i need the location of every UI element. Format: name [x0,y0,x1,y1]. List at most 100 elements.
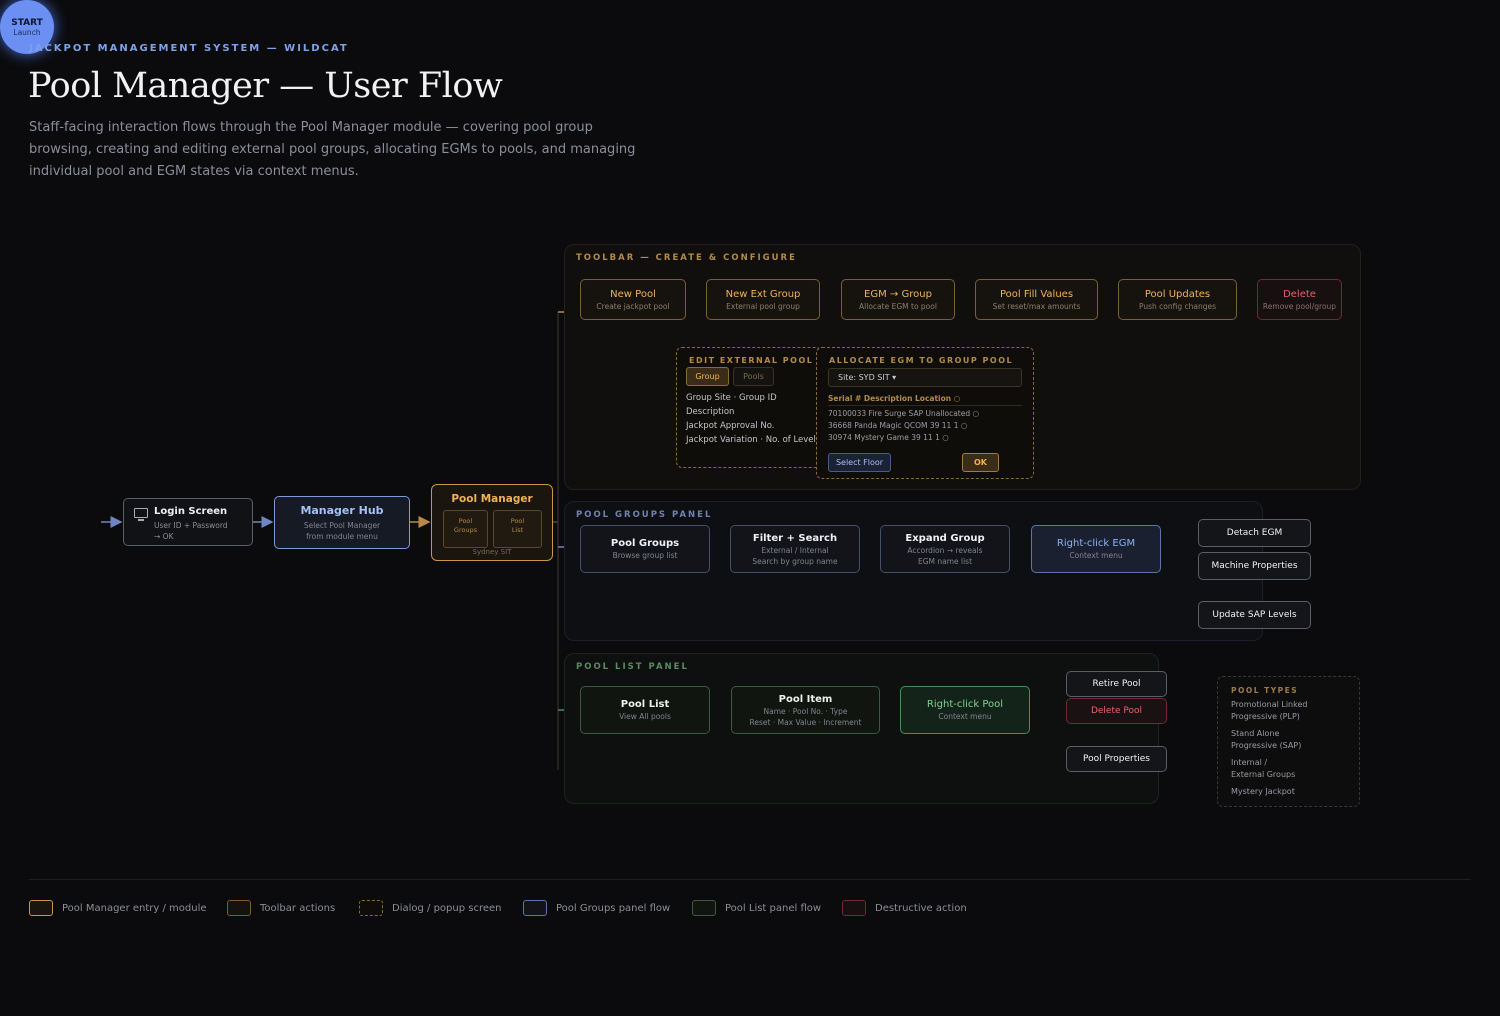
legend-label: Pool Groups panel flow [556,902,671,914]
right-click-egm-sub: Context menu [1069,551,1123,560]
toolbar-pool-fill-values[interactable]: Pool Fill Values Set reset/max amounts [975,279,1098,320]
legend-swatch [692,900,716,916]
pm-pool-groups-box[interactable]: Pool Groups [443,510,488,548]
select-floor-button[interactable]: Select Floor [828,453,891,472]
legend-label: Pool List panel flow [725,902,822,914]
hub-sub-1: Select Pool Manager [303,520,381,530]
toolbar-section-label: TOOLBAR — CREATE & CONFIGURE [576,253,797,263]
pool-updates-sub: Push config changes [1138,301,1217,311]
legend-label: Pool Manager entry / module [62,902,207,914]
pool-list-title: Pool List [620,699,670,710]
toolbar-egm-group[interactable]: EGM → Group Allocate EGM to pool [841,279,955,320]
legend-swatch [227,900,251,916]
toolbar-new-ext-group[interactable]: New Ext Group External pool group [706,279,820,320]
group-tab[interactable]: Group [686,367,729,386]
delete-title: Delete [1283,288,1316,300]
pool-item-sub-1: Name · Pool No. · Type [763,706,848,716]
pool-fill-title: Pool Fill Values [999,288,1074,300]
egm-row[interactable]: 70100033 Fire Surge SAP Unallocated ○ [828,409,979,418]
machine-properties-label: Machine Properties [1211,560,1298,571]
filter-search-sub-2: Search by group name [752,556,838,566]
legend-item-destructive: Destructive action [842,900,967,916]
new-ext-group-sub: External pool group [726,301,800,311]
retire-pool-label: Retire Pool [1092,678,1141,689]
retire-pool-menu-item[interactable]: Retire Pool [1066,671,1167,697]
pm-pool-list-box[interactable]: Pool List [493,510,542,548]
legend-item-pool-manager: Pool Manager entry / module [29,900,207,916]
legend-label: Destructive action [875,902,967,914]
page-kicker: JACKPOT MANAGEMENT SYSTEM — WILDCAT [29,43,349,54]
legend-item-groups: Pool Groups panel flow [523,900,670,916]
legend-swatch [842,900,866,916]
ok-button[interactable]: OK [962,453,999,472]
pool-item-sub-2: Reset · Max Value · Increment [749,717,862,727]
update-sap-levels-menu-item[interactable]: Update SAP Levels [1198,601,1311,629]
egm-row[interactable]: 30974 Mystery Game 39 11 1 ○ [828,433,949,442]
legend-label: Dialog / popup screen [392,902,502,914]
new-pool-sub: Create jackpot pool [596,301,670,311]
right-click-egm-node[interactable]: Right-click EGM Context menu [1031,525,1161,573]
pool-groups-section-label: POOL GROUPS PANEL [576,510,713,520]
pool-manager-title: Pool Manager [451,493,533,505]
allocate-dialog-title: ALLOCATE EGM TO GROUP POOL [829,356,1014,365]
egm-table-divider [828,405,1022,406]
page-title: Pool Manager — User Flow [28,66,503,106]
legend-swatch [359,900,383,916]
pool-list-sub: View All pools [619,712,671,721]
pool-fill-sub: Set reset/max amounts [992,301,1081,311]
pool-properties-menu-item[interactable]: Pool Properties [1066,746,1167,772]
pool-list-node[interactable]: Pool List View All pools [580,686,710,734]
field-approval: Jackpot Approval No. [686,421,775,431]
pool-type-item: Stand Alone Progressive (SAP) [1231,729,1302,750]
pool-types-title: POOL TYPES [1231,686,1299,695]
pool-groups-node[interactable]: Pool Groups Browse group list [580,525,710,573]
legend-divider [29,879,1471,880]
egm-group-sub: Allocate EGM to pool [859,301,937,311]
detach-egm-menu-item[interactable]: Detach EGM [1198,519,1311,547]
detach-egm-label: Detach EGM [1226,527,1283,538]
toolbar-delete[interactable]: Delete Remove pool/group [1257,279,1342,320]
delete-sub: Remove pool/group [1262,301,1337,311]
manager-hub-node[interactable]: Manager Hub Select Pool Manager from mod… [274,496,410,549]
filter-search-node[interactable]: Filter + Search External / Internal Sear… [730,525,860,573]
right-click-pool-title: Right-click Pool [926,699,1004,710]
expand-group-title: Expand Group [905,532,985,544]
egm-row[interactable]: 36668 Panda Magic QCOM 39 11 1 ○ [828,421,967,430]
expand-group-node[interactable]: Expand Group Accordion → reveals EGM nam… [880,525,1010,573]
expand-group-sub-2: EGM name list [917,556,973,566]
allocate-egm-dialog: ALLOCATE EGM TO GROUP POOL Site: SYD SIT… [816,347,1034,479]
hub-sub-2: from module menu [306,531,378,541]
pool-item-node[interactable]: Pool Item Name · Pool No. · Type Reset ·… [731,686,880,734]
page-subtitle: Staff-facing interaction flows through t… [29,120,636,179]
new-ext-group-title: New Ext Group [725,288,801,300]
login-sub: User ID + Password → OK [154,521,228,541]
delete-pool-menu-item[interactable]: Delete Pool [1066,698,1167,724]
pools-tab[interactable]: Pools [733,367,774,386]
pool-groups-title: Pool Groups [610,538,680,549]
machine-properties-menu-item[interactable]: Machine Properties [1198,552,1311,580]
legend-item-toolbar: Toolbar actions [227,900,335,916]
pool-item-title: Pool Item [778,693,833,705]
site-select[interactable]: Site: SYD SIT ▾ [828,368,1022,387]
login-title: Login Screen [154,506,228,517]
pool-manager-node[interactable]: Pool Manager Pool Groups Pool List Sydney … [431,484,553,561]
pool-type-item: Mystery Jackpot [1231,787,1295,796]
right-click-pool-node[interactable]: Right-click Pool Context menu [900,686,1030,734]
update-sap-levels-label: Update SAP Levels [1212,609,1297,620]
hub-title: Manager Hub [300,503,384,517]
delete-pool-label: Delete Pool [1090,705,1143,716]
field-variation: Jackpot Variation · No. of Levels [686,435,821,445]
expand-group-sub-1: Accordion → reveals [907,545,983,555]
toolbar-pool-updates[interactable]: Pool Updates Push config changes [1118,279,1237,320]
edit-ext-group-dialog-title: EDIT EXTERNAL POOL GROUP [689,356,821,365]
pool-groups-sub: Browse group list [612,551,678,560]
pool-types-box: POOL TYPES Promotional Linked Progressive… [1217,676,1360,807]
pool-type-item: Internal / External Groups [1231,758,1296,779]
pool-properties-label: Pool Properties [1083,753,1150,764]
filter-search-title: Filter + Search [752,532,838,544]
egm-group-title: EGM → Group [864,288,932,300]
legend-item-dialog: Dialog / popup screen [359,900,502,916]
pool-type-item: Promotional Linked Progressive (PLP) [1231,700,1308,721]
toolbar-new-pool[interactable]: New Pool Create jackpot pool [580,279,686,320]
login-screen-node[interactable]: Login Screen User ID + Password → OK [123,498,253,546]
